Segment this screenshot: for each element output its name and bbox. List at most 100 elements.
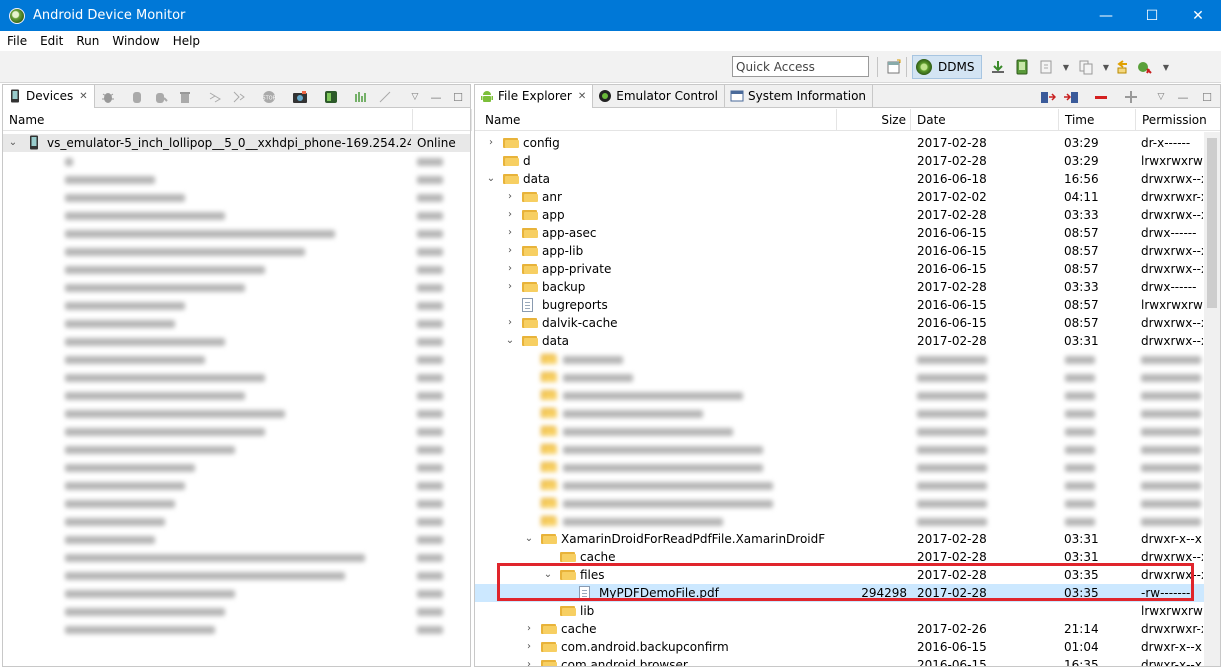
view-menu-icon[interactable]: ▽	[1153, 89, 1169, 105]
scrollbar-thumb[interactable]	[1207, 138, 1217, 308]
delete-file-icon[interactable]	[1093, 89, 1109, 105]
process-row[interactable]	[3, 242, 470, 260]
redacted-row[interactable]	[475, 404, 1220, 422]
chevron-right-icon[interactable]: ›	[523, 620, 535, 638]
process-row[interactable]	[3, 602, 470, 620]
download-icon[interactable]	[990, 59, 1006, 75]
process-row[interactable]	[3, 548, 470, 566]
folder-row[interactable]: › backup 2017-02-28 03:33 drwx------	[475, 278, 1220, 296]
open-perspective-icon[interactable]	[886, 59, 902, 75]
new-file-icon[interactable]	[1038, 59, 1054, 75]
process-row[interactable]	[3, 386, 470, 404]
ddms-perspective-button[interactable]: DDMS	[912, 55, 982, 79]
chevron-down-icon[interactable]: ⌄	[504, 332, 516, 350]
close-tab-icon[interactable]: ✕	[578, 91, 586, 102]
process-row[interactable]	[3, 584, 470, 602]
systrace-icon[interactable]	[323, 89, 339, 105]
process-row[interactable]	[3, 188, 470, 206]
maximize-view-icon[interactable]: ☐	[1199, 89, 1215, 105]
back-arrow-icon[interactable]	[1114, 59, 1130, 75]
close-button[interactable]: ✕	[1175, 0, 1221, 31]
process-row[interactable]	[3, 170, 470, 188]
folder-row[interactable]: › app-asec 2016-06-15 08:57 drwx------	[475, 224, 1220, 242]
folder-row[interactable]: › anr 2017-02-02 04:11 drwxrwxr-x	[475, 188, 1220, 206]
process-row[interactable]	[3, 620, 470, 638]
chevron-right-icon[interactable]: ›	[504, 206, 516, 224]
folder-row[interactable]: › com.android.backupconfirm 2016-06-15 01:0…	[475, 638, 1220, 656]
folder-row[interactable]: › app 2017-02-28 03:33 drwxrwx--x	[475, 206, 1220, 224]
view-menu-icon[interactable]: ▽	[407, 89, 423, 105]
redacted-row[interactable]	[475, 422, 1220, 440]
cause-gc-icon[interactable]	[177, 89, 193, 105]
tab-system-information[interactable]: System Information	[725, 84, 874, 108]
menu-window[interactable]: Window	[105, 34, 165, 48]
pull-file-icon[interactable]	[1040, 89, 1056, 105]
chevron-down-icon[interactable]: ▼	[1058, 59, 1074, 75]
process-row[interactable]	[3, 566, 470, 584]
process-row[interactable]	[3, 404, 470, 422]
process-row[interactable]	[3, 458, 470, 476]
copy-file-icon[interactable]	[1078, 59, 1094, 75]
chevron-down-icon[interactable]: ⌄	[485, 170, 497, 188]
folder-row[interactable]: › cache 2017-02-26 21:14 drwxrwxr-x	[475, 620, 1220, 638]
chevron-right-icon[interactable]: ›	[504, 224, 516, 242]
opengl-trace-icon[interactable]	[377, 89, 393, 105]
folder-row[interactable]: › com.android.browser 2016-06-15 16:35 drwxr…	[475, 656, 1220, 666]
column-date[interactable]: Date	[911, 109, 1059, 131]
dump-hprof-icon[interactable]	[153, 89, 169, 105]
chevron-down-icon[interactable]: ⌄	[7, 134, 19, 152]
menu-file[interactable]: File	[0, 34, 33, 48]
chevron-down-icon[interactable]: ▼	[1158, 59, 1174, 75]
stop-process-icon[interactable]: STOP	[261, 89, 277, 105]
minimize-view-icon[interactable]: —	[1175, 89, 1191, 105]
process-row[interactable]	[3, 296, 470, 314]
close-tab-icon[interactable]: ✕	[79, 91, 87, 102]
menu-run[interactable]: Run	[69, 34, 105, 48]
start-method-profiling-icon[interactable]	[231, 89, 247, 105]
chevron-right-icon[interactable]: ›	[523, 638, 535, 656]
chevron-down-icon[interactable]: ▼	[1098, 59, 1114, 75]
folder-row[interactable]: ⌄ XamarinDroidForReadPdfFile.XamarinDroid…	[475, 530, 1220, 548]
process-row[interactable]	[3, 224, 470, 242]
quick-access-input[interactable]	[732, 56, 869, 77]
chevron-right-icon[interactable]: ›	[504, 242, 516, 260]
chevron-right-icon[interactable]: ›	[504, 278, 516, 296]
column-name[interactable]: Name	[475, 109, 837, 131]
folder-row[interactable]: › app-private 2016-06-15 08:57 drwxrwx--x	[475, 260, 1220, 278]
process-row[interactable]	[3, 476, 470, 494]
process-row[interactable]	[3, 512, 470, 530]
process-row[interactable]	[3, 422, 470, 440]
vertical-scrollbar[interactable]	[1204, 132, 1220, 666]
column-permissions[interactable]: Permission	[1136, 109, 1221, 131]
redacted-row[interactable]	[475, 350, 1220, 368]
column-time[interactable]: Time	[1059, 109, 1136, 131]
process-row[interactable]	[3, 260, 470, 278]
folder-row[interactable]: › dalvik-cache 2016-06-15 08:57 drwxrwx--x	[475, 314, 1220, 332]
file-row[interactable]: bugreports 2016-06-15 08:57 lrwxrwxrwx	[475, 296, 1220, 314]
chevron-right-icon[interactable]: ›	[504, 260, 516, 278]
debug-run-icon[interactable]	[1136, 59, 1152, 75]
redacted-row[interactable]	[475, 440, 1220, 458]
menu-help[interactable]: Help	[166, 34, 206, 48]
new-folder-icon[interactable]	[1123, 89, 1139, 105]
folder-row[interactable]: › app-lib 2016-06-15 08:57 drwxrwx--x	[475, 242, 1220, 260]
folder-row[interactable]: d 2017-02-28 03:29 lrwxrwxrwx	[475, 152, 1220, 170]
maximize-view-icon[interactable]: ☐	[450, 89, 466, 105]
reset-adb-icon[interactable]	[353, 89, 369, 105]
process-row[interactable]	[3, 530, 470, 548]
maximize-button[interactable]: ☐	[1129, 0, 1175, 31]
folder-row[interactable]: ⌄ data 2017-02-28 03:31 drwxrwx--x	[475, 332, 1220, 350]
screen-capture-icon[interactable]	[292, 89, 308, 105]
device-row[interactable]: ⌄ vs_emulator-5_inch_lollipop__5_0__xxhd…	[3, 134, 470, 152]
device-icon[interactable]	[1014, 59, 1030, 75]
folder-row[interactable]: lib lrwxrwxrwx	[475, 602, 1220, 620]
debug-icon[interactable]	[100, 89, 116, 105]
menu-edit[interactable]: Edit	[33, 34, 69, 48]
redacted-row[interactable]	[475, 458, 1220, 476]
column-name[interactable]: Name	[3, 109, 413, 131]
folder-row[interactable]: › config 2017-02-28 03:29 dr-x------	[475, 134, 1220, 152]
process-row[interactable]	[3, 332, 470, 350]
chevron-right-icon[interactable]: ›	[504, 314, 516, 332]
process-row[interactable]	[3, 278, 470, 296]
process-row[interactable]	[3, 368, 470, 386]
